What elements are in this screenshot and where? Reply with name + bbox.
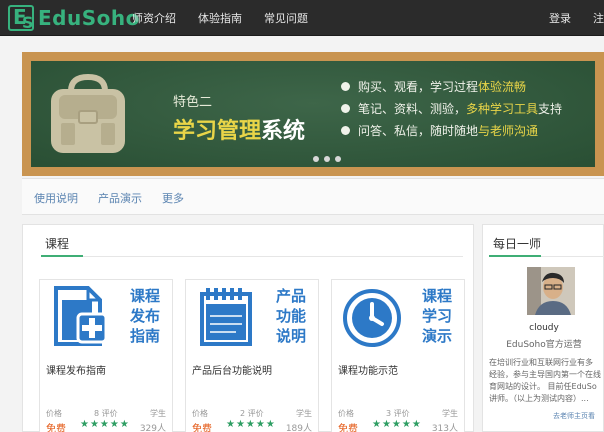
feature-bullet: 问答、私信，随时随地与老师沟通 bbox=[341, 119, 562, 141]
teacher-profile-link[interactable]: 去老师主页看 bbox=[553, 411, 595, 421]
notebook-icon bbox=[196, 286, 260, 348]
course-card[interactable]: 产品 功能 说明 产品后台功能说明 价格 2 评价 学生 免费 ★★★★★ 18… bbox=[185, 279, 319, 432]
review-count: 3 评价 bbox=[386, 408, 410, 419]
course-price: 免费 bbox=[192, 420, 212, 432]
hero-banner[interactable]: 特色二 学习管理系统 购买、观看，学习过程体验流畅 笔记、资料、测验，多种学习工… bbox=[22, 52, 604, 176]
chalkboard: 特色二 学习管理系统 购买、观看，学习过程体验流畅 笔记、资料、测验，多种学习工… bbox=[31, 61, 595, 167]
bullet-dot-icon bbox=[341, 82, 350, 91]
subnav-usage[interactable]: 使用说明 bbox=[34, 190, 78, 206]
schoolbag-icon bbox=[45, 73, 131, 157]
feature-title-highlight: 学习管理 bbox=[173, 119, 261, 144]
logo-icon: ES bbox=[8, 5, 34, 31]
course-title[interactable]: 产品后台功能说明 bbox=[192, 362, 272, 377]
feature-bullet: 笔记、资料、测验，多种学习工具支持 bbox=[341, 97, 562, 119]
teacher-avatar[interactable] bbox=[527, 267, 575, 315]
carousel-dot-3[interactable] bbox=[335, 156, 341, 162]
course-price: 免费 bbox=[46, 420, 66, 432]
students-label: 学生 bbox=[296, 408, 312, 419]
account-nav: 登录 注 bbox=[527, 0, 604, 36]
edusoho-logo[interactable]: ES EduSoho bbox=[8, 4, 140, 32]
review-count: 2 评价 bbox=[240, 408, 264, 419]
bullet-dot-icon bbox=[341, 104, 350, 113]
student-count: 329人 bbox=[140, 421, 166, 432]
bullet-dot-icon bbox=[341, 126, 350, 135]
course-title[interactable]: 课程功能示范 bbox=[338, 362, 398, 377]
courses-heading: 课程 bbox=[45, 235, 69, 252]
cover-caption: 课程 发布 指南 bbox=[130, 286, 160, 346]
courses-panel: 课程 课程 发布 指南 课程发布指南 价格 8 评价 学生 免费 ★★★★★ 3… bbox=[22, 224, 474, 432]
carousel-pager bbox=[313, 156, 346, 162]
person-photo-icon bbox=[527, 267, 575, 315]
nav-item-teachers[interactable]: 师资介绍 bbox=[132, 10, 176, 26]
register-link[interactable]: 注 bbox=[593, 10, 604, 26]
feature-kicker: 特色二 bbox=[173, 91, 212, 110]
course-card[interactable]: 课程 学习 演示 课程功能示范 价格 3 评价 学生 免费 ★★★★★ 313人 bbox=[331, 279, 465, 432]
star-rating: ★★★★★ bbox=[226, 419, 276, 430]
sub-nav: 使用说明 产品演示 更多 bbox=[22, 178, 604, 215]
top-navbar: ES EduSoho 师资介绍 体验指南 常见问题 登录 注 bbox=[0, 0, 604, 36]
teacher-role: EduSoho官方运营 bbox=[483, 337, 604, 350]
heading-underline bbox=[41, 255, 83, 257]
price-label: 价格 bbox=[192, 408, 208, 419]
star-rating: ★★★★★ bbox=[372, 419, 422, 430]
heading-underline bbox=[489, 255, 541, 257]
subnav-demo[interactable]: 产品演示 bbox=[98, 190, 142, 206]
teacher-heading: 每日一师 bbox=[493, 235, 541, 252]
teacher-name[interactable]: cloudy bbox=[483, 323, 604, 333]
carousel-dot-1[interactable] bbox=[313, 156, 319, 162]
course-card[interactable]: 课程 发布 指南 课程发布指南 价格 8 评价 学生 免费 ★★★★★ 329人 bbox=[39, 279, 173, 432]
course-price: 免费 bbox=[338, 420, 358, 432]
nav-item-faq[interactable]: 常见问题 bbox=[264, 10, 308, 26]
nav-item-guide[interactable]: 体验指南 bbox=[198, 10, 242, 26]
login-link[interactable]: 登录 bbox=[549, 10, 571, 26]
star-rating: ★★★★★ bbox=[80, 419, 130, 430]
cover-caption: 课程 学习 演示 bbox=[422, 286, 452, 346]
feature-bullet: 购买、观看，学习过程体验流畅 bbox=[341, 75, 562, 97]
course-cover[interactable]: 产品 功能 说明 bbox=[186, 280, 318, 352]
logo-text: EduSoho bbox=[38, 6, 140, 30]
price-label: 价格 bbox=[338, 408, 354, 419]
course-title[interactable]: 课程发布指南 bbox=[46, 362, 106, 377]
document-plus-icon bbox=[48, 286, 112, 348]
price-label: 价格 bbox=[46, 408, 62, 419]
divider bbox=[41, 256, 463, 257]
course-cover[interactable]: 课程 学习 演示 bbox=[332, 280, 464, 352]
teacher-bio: 在培训行业和互联网行业有多 经验，参与主导国内第一个在线 育网站的设计。 目前任… bbox=[489, 357, 603, 405]
student-count: 189人 bbox=[286, 421, 312, 432]
teacher-of-day-panel: 每日一师 cloudy EduSoho官方运营 在培训行业和互联网行业有多 经验… bbox=[482, 224, 604, 432]
course-cover[interactable]: 课程 发布 指南 bbox=[40, 280, 172, 352]
feature-bullets: 购买、观看，学习过程体验流畅 笔记、资料、测验，多种学习工具支持 问答、私信，随… bbox=[341, 75, 562, 141]
students-label: 学生 bbox=[442, 408, 458, 419]
carousel-dot-2[interactable] bbox=[324, 156, 330, 162]
main-nav: 师资介绍 体验指南 常见问题 bbox=[132, 0, 330, 36]
student-count: 313人 bbox=[432, 421, 458, 432]
feature-title: 学习管理系统 bbox=[173, 113, 305, 145]
cover-caption: 产品 功能 说明 bbox=[276, 286, 306, 346]
feature-title-tail: 系统 bbox=[261, 119, 305, 144]
students-label: 学生 bbox=[150, 408, 166, 419]
subnav-more[interactable]: 更多 bbox=[162, 190, 184, 206]
review-count: 8 评价 bbox=[94, 408, 118, 419]
clock-icon bbox=[340, 286, 404, 348]
